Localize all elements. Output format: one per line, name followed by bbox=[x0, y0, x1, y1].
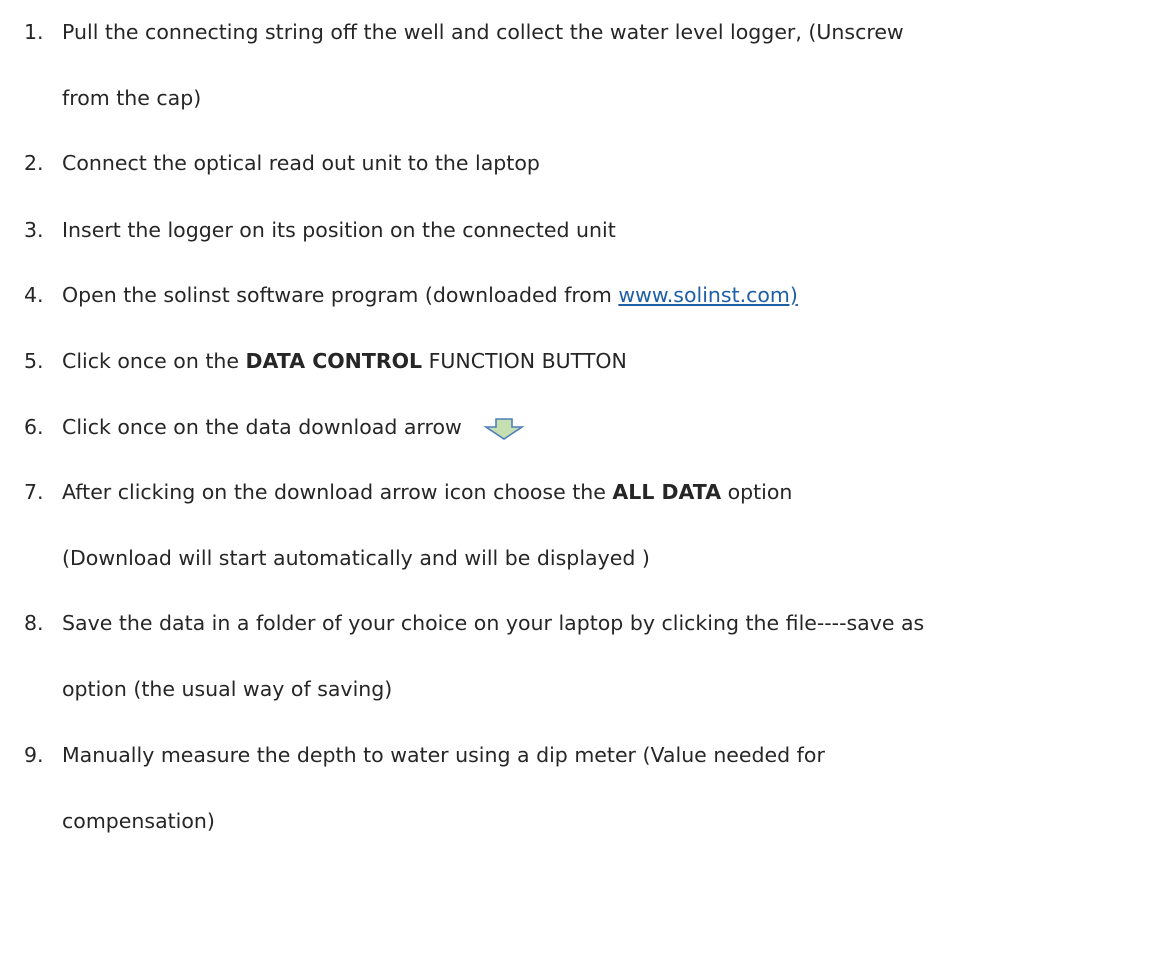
step-3: 3. Insert the logger on its position on … bbox=[0, 210, 1157, 250]
step-1-continuation: from the cap) bbox=[62, 86, 202, 110]
step-number: 4. bbox=[24, 283, 44, 307]
all-data-label: ALL DATA bbox=[612, 480, 722, 504]
solinst-website-link[interactable]: www.solinst.com) bbox=[618, 283, 798, 307]
step-text: Manually measure the depth to water usin… bbox=[62, 743, 825, 767]
download-arrow-icon bbox=[482, 414, 526, 440]
step-text: Click once on the DATA CONTROL FUNCTION … bbox=[62, 341, 627, 381]
step-text: Save the data in a folder of your choice… bbox=[62, 611, 925, 635]
step-text: After clicking on the download arrow ico… bbox=[62, 472, 792, 512]
step-8-continuation: option (the usual way of saving) bbox=[62, 677, 393, 701]
instructions-document: 1. Pull the connecting string off the we… bbox=[0, 0, 1157, 978]
step-number: 2. bbox=[24, 151, 44, 175]
step-6: 6. Click once on the data download arrow bbox=[0, 407, 1157, 447]
step-text: Open the solinst software program (downl… bbox=[62, 275, 798, 315]
step-text: Insert the logger on its position on the… bbox=[62, 218, 616, 242]
step-number: 9. bbox=[24, 743, 44, 767]
step-number: 1. bbox=[24, 20, 44, 44]
step-text-after: option bbox=[721, 480, 793, 504]
step-number: 3. bbox=[24, 218, 44, 242]
step-number: 7. bbox=[24, 480, 44, 504]
step-text: Connect the optical read out unit to the… bbox=[62, 151, 540, 175]
step-2: 2. Connect the optical read out unit to … bbox=[0, 143, 1157, 183]
step-8: 8. Save the data in a folder of your cho… bbox=[0, 603, 1157, 643]
step-9-continuation: compensation) bbox=[62, 809, 215, 833]
step-4: 4. Open the solinst software program (do… bbox=[0, 275, 1157, 315]
step-text: Click once on the data download arrow bbox=[62, 407, 526, 447]
step-7: 7. After clicking on the download arrow … bbox=[0, 472, 1157, 512]
step-number: 6. bbox=[24, 415, 44, 439]
step-text-main: Click once on the data download arrow bbox=[62, 415, 462, 439]
step-text: Pull the connecting string off the well … bbox=[62, 20, 904, 44]
step-text-after: FUNCTION BUTTON bbox=[422, 349, 627, 373]
step-9: 9. Manually measure the depth to water u… bbox=[0, 735, 1157, 775]
data-control-label: DATA CONTROL bbox=[245, 349, 423, 373]
step-text-before: Click once on the bbox=[62, 349, 246, 373]
step-1: 1. Pull the connecting string off the we… bbox=[0, 12, 1157, 52]
step-5: 5. Click once on the DATA CONTROL FUNCTI… bbox=[0, 341, 1157, 381]
step-text-before: After clicking on the download arrow ico… bbox=[62, 480, 613, 504]
step-number: 8. bbox=[24, 611, 44, 635]
step-text-before: Open the solinst software program (downl… bbox=[62, 283, 619, 307]
step-number: 5. bbox=[24, 349, 44, 373]
step-7-continuation: (Download will start automatically and w… bbox=[62, 546, 650, 570]
